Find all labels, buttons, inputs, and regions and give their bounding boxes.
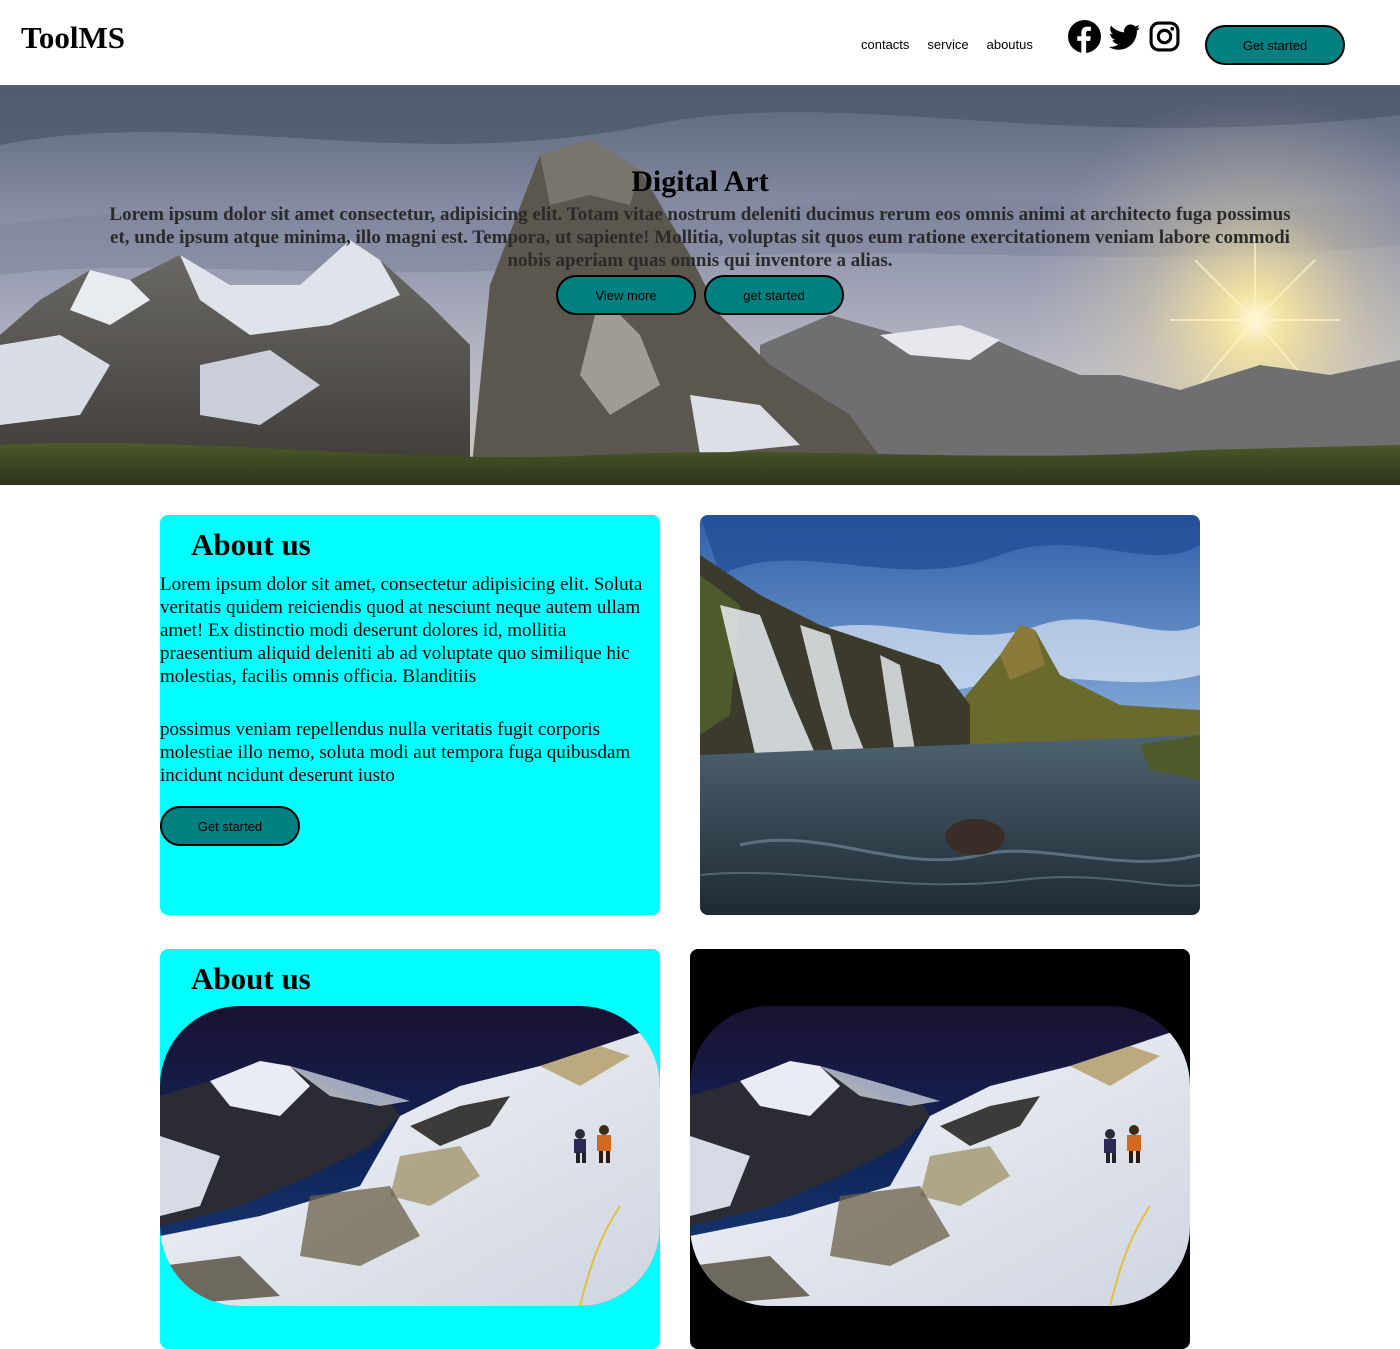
hero-description: Lorem ipsum dolor sit amet consectetur, …: [109, 204, 1291, 271]
mountain-landscape-image: [0, 85, 1400, 485]
about-gallery-card: About us: [160, 949, 660, 1349]
about-title: About us: [191, 527, 311, 562]
dark-image-card: [690, 949, 1190, 1349]
instagram-icon[interactable]: [1148, 20, 1181, 53]
waterfall-image: [700, 515, 1200, 915]
hero-banner: Digital Art Lorem ipsum dolor sit amet c…: [0, 85, 1400, 485]
nav-contacts-link[interactable]: contacts: [861, 37, 909, 52]
view-more-button[interactable]: View more: [556, 275, 696, 315]
climbers-image-dark: [690, 1006, 1190, 1306]
main-nav: contacts service aboutus: [861, 37, 1033, 52]
about-paragraph-2: possimus veniam repellendus nulla verita…: [160, 719, 631, 786]
about-card: About us Lorem ipsum dolor sit amet, con…: [160, 515, 660, 915]
social-links: [1068, 20, 1181, 53]
logo[interactable]: ToolMS: [21, 20, 125, 56]
about-text: Lorem ipsum dolor sit amet, consectetur …: [160, 573, 660, 787]
nav-service-link[interactable]: service: [927, 37, 968, 52]
twitter-icon[interactable]: [1108, 20, 1141, 53]
get-started-button[interactable]: Get started: [1205, 25, 1345, 65]
about-paragraph-1: Lorem ipsum dolor sit amet, consectetur …: [160, 574, 643, 687]
gallery-title: About us: [191, 961, 311, 996]
hero-title: Digital Art: [631, 165, 769, 198]
hero-get-started-button[interactable]: get started: [704, 275, 844, 315]
facebook-icon[interactable]: [1068, 20, 1101, 53]
climbers-image: [160, 1006, 660, 1306]
nav-aboutus-link[interactable]: aboutus: [987, 37, 1033, 52]
site-header: ToolMS contacts service aboutus Get star…: [0, 0, 1400, 85]
about-get-started-button[interactable]: Get started: [160, 806, 300, 846]
